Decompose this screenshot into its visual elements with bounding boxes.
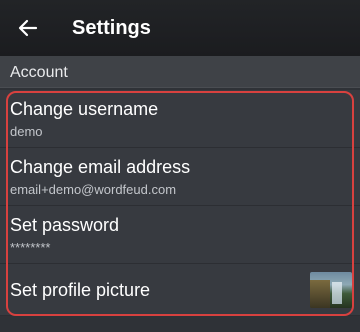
item-subtitle: demo [10,124,43,139]
section-header-account: Account [0,56,360,88]
back-button[interactable] [12,12,44,44]
item-subtitle: email+demo@wordfeud.com [10,182,177,197]
app-bar: Settings [0,0,360,56]
section-title: Account [10,64,68,81]
thumbnail-waterfall [332,282,342,304]
settings-screen: Settings Account Change username demo Ch… [0,0,360,332]
item-title: Change email address [10,157,191,177]
change-username-item[interactable]: Change username demo [0,90,360,148]
item-title: Change username [10,99,159,119]
set-password-item[interactable]: Set password ******** [0,206,360,264]
item-title: Set password [10,215,120,235]
item-title: Set profile picture [10,280,151,300]
arrow-left-icon [18,18,38,38]
set-profile-picture-item[interactable]: Set profile picture [0,264,360,316]
account-settings-list: Change username demo Change email addres… [0,90,360,316]
page-title: Settings [72,17,151,39]
thumbnail-cliff [310,280,330,308]
profile-picture-thumbnail [310,272,352,308]
item-subtitle: ******** [10,240,51,255]
change-email-item[interactable]: Change email address email+demo@wordfeud… [0,148,360,206]
bottom-area [0,318,360,332]
